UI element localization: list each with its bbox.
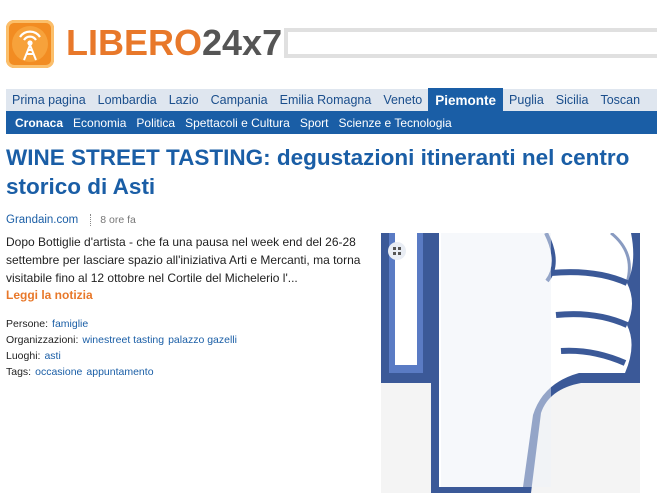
site-header: LIBERO24x7 (0, 0, 657, 88)
region-tab-prima-pagina[interactable]: Prima pagina (6, 89, 92, 111)
category-tab-spettacoli-cultura[interactable]: Spettacoli e Cultura (180, 116, 295, 130)
article-image[interactable] (381, 233, 640, 493)
article-abstract: Dopo Bottiglie d'artista - che fa una pa… (6, 235, 361, 285)
facet-value[interactable]: asti (44, 350, 60, 362)
article-source[interactable]: Grandain.com (6, 214, 78, 226)
facet-row-luoghi: Luoghi: asti (6, 348, 237, 364)
facet-row-tags: Tags: occasione appuntamento (6, 364, 237, 380)
facet-label: Organizzazioni: (6, 334, 79, 346)
region-tab-lombardia[interactable]: Lombardia (92, 89, 163, 111)
grid-icon[interactable] (388, 242, 406, 260)
article-meta: Grandain.com 8 ore fa (6, 214, 136, 226)
facet-label: Persone: (6, 318, 49, 330)
facet-row-organizzazioni: Organizzazioni: winestreet tasting palazzo… (6, 332, 237, 348)
region-tab-puglia[interactable]: Puglia (503, 89, 550, 111)
facet-label: Tags: (6, 366, 32, 378)
brand-name-part2: 24x7 (202, 22, 283, 63)
category-tab-politica[interactable]: Politica (131, 116, 180, 130)
article-facets: Persone: famiglie Organizzazioni: winestre… (6, 316, 237, 380)
category-nav: Cronaca Economia Politica Spettacoli e C… (6, 111, 657, 134)
meta-divider (90, 214, 92, 226)
read-more-link[interactable]: Leggi la notizia (6, 288, 93, 302)
facet-value[interactable]: famiglie (52, 318, 88, 330)
region-tab-emilia-romagna[interactable]: Emilia Romagna (274, 89, 378, 111)
facet-row-persone: Persone: famiglie (6, 316, 237, 332)
category-tab-scienze-tecnologia[interactable]: Scienze e Tecnologia (334, 116, 457, 130)
region-tab-campania[interactable]: Campania (205, 89, 274, 111)
region-tab-lazio[interactable]: Lazio (163, 89, 205, 111)
article-title[interactable]: WINE STREET TASTING: degustazioni itiner… (6, 143, 646, 201)
region-tab-veneto[interactable]: Veneto (377, 89, 428, 111)
facet-label: Luoghi: (6, 350, 41, 362)
thumbs-down-image (381, 233, 640, 493)
brand-logo[interactable]: LIBERO24x7 (66, 21, 282, 65)
region-tab-sicilia[interactable]: Sicilia (550, 89, 595, 111)
region-tab-piemonte[interactable]: Piemonte (428, 88, 504, 112)
article-time: 8 ore fa (100, 214, 136, 227)
antenna-logo-icon[interactable] (6, 20, 54, 68)
category-tab-economia[interactable]: Economia (68, 116, 131, 130)
region-nav: Prima pagina Lombardia Lazio Campania Em… (6, 88, 657, 112)
category-tab-cronaca[interactable]: Cronaca (10, 116, 68, 130)
facet-value[interactable]: appuntamento (86, 366, 153, 378)
category-tab-sport[interactable]: Sport (295, 116, 334, 130)
brand-name-part1: LIBERO (66, 22, 203, 63)
region-tab-toscana[interactable]: Toscan (594, 89, 646, 111)
facet-value[interactable]: palazzo gazelli (168, 334, 237, 346)
facet-value[interactable]: occasione (35, 366, 82, 378)
facet-value[interactable]: winestreet tasting (82, 334, 164, 346)
search-input[interactable] (284, 28, 657, 58)
